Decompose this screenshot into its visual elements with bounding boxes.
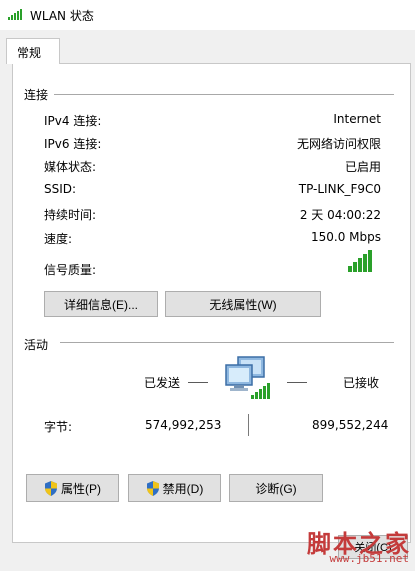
signal-strength-icon — [348, 250, 372, 272]
sent-label: 已发送 — [144, 376, 181, 390]
disable-button-label: 禁用(D) — [162, 481, 204, 496]
received-dash — [287, 382, 307, 383]
signal-bar — [368, 250, 372, 272]
uac-shield-icon — [45, 480, 57, 496]
bytes-divider — [248, 414, 249, 436]
window-title: WLAN 状态 — [30, 9, 94, 23]
bytes-label: 字节: — [44, 420, 73, 434]
speed-value: 150.0 Mbps — [310, 230, 381, 244]
wifi-signal-icon — [8, 9, 22, 20]
connection-section-label: 连接 — [24, 88, 49, 102]
ipv6-value: 无网络访问权限 — [296, 137, 381, 151]
media-state-value: 已启用 — [344, 160, 381, 174]
sent-dash — [188, 382, 208, 383]
media-state-label: 媒体状态: — [44, 160, 97, 174]
diagnose-button[interactable]: 诊断(G) — [229, 474, 323, 502]
watermark-url: www.jb51.net — [329, 552, 409, 565]
bytes-sent-value: 574,992,253 — [145, 418, 222, 432]
duration-label: 持续时间: — [44, 208, 97, 222]
details-button[interactable]: 详细信息(E)... — [44, 291, 158, 317]
network-computers-icon — [225, 356, 270, 399]
ssid-label: SSID: — [44, 182, 77, 196]
ipv4-value: Internet — [333, 112, 381, 126]
signal-bar — [358, 258, 362, 272]
properties-button[interactable]: 属性(P) — [26, 474, 119, 502]
ssid-value: TP-LINK_F9C0 — [298, 182, 381, 196]
disable-button[interactable]: 禁用(D) — [128, 474, 221, 502]
signal-bar — [363, 254, 367, 272]
tab-general-label: 常规 — [17, 46, 42, 60]
activity-section-label: 活动 — [24, 338, 49, 352]
bytes-received-value: 899,552,244 — [312, 418, 389, 432]
speed-label: 速度: — [44, 232, 73, 246]
connection-divider — [54, 94, 394, 95]
title-bar[interactable]: WLAN 状态 — [0, 0, 415, 30]
ipv4-label: IPv4 连接: — [44, 114, 102, 128]
signal-bar — [348, 266, 352, 272]
activity-divider — [60, 342, 394, 343]
received-label: 已接收 — [343, 376, 380, 390]
uac-shield-icon — [146, 480, 159, 496]
wireless-properties-button[interactable]: 无线属性(W) — [165, 291, 321, 317]
tab-general[interactable]: 常规 — [6, 38, 60, 64]
ipv6-label: IPv6 连接: — [44, 137, 102, 151]
signal-bar — [353, 262, 357, 272]
duration-value: 2 天 04:00:22 — [299, 208, 381, 222]
properties-button-label: 属性(P) — [61, 481, 101, 496]
signal-quality-label: 信号质量: — [44, 263, 97, 277]
